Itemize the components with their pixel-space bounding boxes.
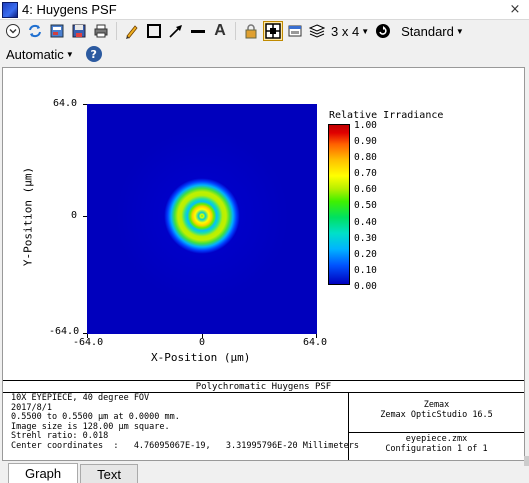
tab-bar: Graph Text xyxy=(0,463,529,483)
psf-image xyxy=(87,104,317,334)
colorbar-tick-label: 0.80 xyxy=(354,152,377,163)
close-icon[interactable]: × xyxy=(507,1,523,17)
rescale-dropdown[interactable]: Automatic ▼ xyxy=(4,47,76,62)
colorbar xyxy=(328,124,350,285)
info-details: 10X EYEPIECE, 40 degree FOV 2017/8/1 0.5… xyxy=(11,393,359,451)
colorbar-tick-label: 0.60 xyxy=(354,184,377,195)
style-dropdown[interactable]: Standard ▼ xyxy=(399,24,466,39)
chevron-down-icon: ▼ xyxy=(65,49,74,59)
configuration: Configuration 1 of 1 xyxy=(385,443,488,454)
layout-label: 3 x 4 xyxy=(331,23,360,39)
y-tick-mark xyxy=(83,333,87,334)
help-icon[interactable]: ? xyxy=(85,46,102,62)
x-tick-label: 64.0 xyxy=(303,337,328,348)
colorbar-tick-label: 0.90 xyxy=(354,136,377,147)
info-box: Polychromatic Huygens PSF 10X EYEPIECE, … xyxy=(3,380,524,460)
toolbar-separator xyxy=(235,22,236,40)
info-file-box: eyepiece.zmx Configuration 1 of 1 xyxy=(348,433,524,460)
y-tick-label: 64.0 xyxy=(53,98,78,109)
product-name: Zemax OpticStudio 16.5 xyxy=(380,410,493,420)
colorbar-title: Relative Irradiance xyxy=(329,110,444,121)
y-tick-label: 0 xyxy=(71,210,78,221)
rectangle-icon[interactable] xyxy=(144,21,164,41)
y-tick-mark xyxy=(83,216,87,217)
window-title: 4: Huygens PSF xyxy=(22,2,117,17)
refresh-icon[interactable] xyxy=(25,21,45,41)
info-company-box: Zemax Zemax OpticStudio 16.5 xyxy=(348,393,524,433)
tab-graph[interactable]: Graph xyxy=(8,463,79,483)
title-bar: 4: Huygens PSF × xyxy=(0,0,529,20)
pencil-icon[interactable] xyxy=(122,21,142,41)
chevron-down-icon: ▼ xyxy=(361,26,370,36)
plot-frame: -64.0 0 64.0 64.0 0 -64.0 X-Position (µm… xyxy=(2,67,525,461)
company-name: Zemax xyxy=(423,400,450,410)
arrow-icon[interactable] xyxy=(166,21,186,41)
y-tick-label: -64.0 xyxy=(49,326,80,337)
colorbar-tick-label: 0.00 xyxy=(354,281,377,292)
toolbar-separator xyxy=(116,22,117,40)
y-tick-mark xyxy=(83,104,87,105)
toolbar: A 3 x 4 ▼ Standard ▼ xyxy=(0,20,529,42)
text-icon[interactable]: A xyxy=(210,21,230,41)
rotate-icon[interactable] xyxy=(373,21,393,41)
lock-icon[interactable] xyxy=(241,21,261,41)
colorbar-tick-label: 0.40 xyxy=(354,217,377,228)
print-icon[interactable] xyxy=(91,21,111,41)
save-icon[interactable] xyxy=(69,21,89,41)
layout-dropdown[interactable]: 3 x 4 ▼ xyxy=(329,24,371,39)
x-tick-label: -64.0 xyxy=(73,337,104,348)
style-label: Standard xyxy=(401,23,454,39)
toolbar-secondary: Automatic ▼ ? xyxy=(0,43,529,65)
tab-text[interactable]: Text xyxy=(80,464,138,483)
colorbar-tick-label: 0.70 xyxy=(354,168,377,179)
layers-icon[interactable] xyxy=(307,21,327,41)
dropdown-circle-icon[interactable] xyxy=(3,21,23,41)
layout-icon[interactable] xyxy=(263,21,283,41)
line-icon[interactable] xyxy=(188,21,208,41)
window-icon[interactable] xyxy=(285,21,305,41)
psf-plot-area[interactable] xyxy=(87,104,317,334)
info-line: Center coordinates : 4.76095067E-19, 3.3… xyxy=(11,440,359,451)
rescale-label: Automatic xyxy=(6,46,64,62)
colorbar-tick-label: 0.30 xyxy=(354,233,377,244)
app-icon xyxy=(2,1,18,18)
x-axis-title: X-Position (µm) xyxy=(151,351,251,364)
info-line: 10X EYEPIECE, 40 degree FOV xyxy=(11,393,150,403)
colorbar-tick-label: 0.20 xyxy=(354,249,377,260)
y-axis-title: Y-Position (µm) xyxy=(21,166,35,267)
colorbar-tick-label: 1.00 xyxy=(354,120,377,131)
x-tick-label: 0 xyxy=(199,337,206,348)
chevron-down-icon: ▼ xyxy=(455,26,464,36)
colorbar-tick-label: 0.50 xyxy=(354,200,377,211)
settings-icon[interactable] xyxy=(47,21,67,41)
info-title: Polychromatic Huygens PSF xyxy=(3,381,524,393)
colorbar-tick-label: 0.10 xyxy=(354,265,377,276)
